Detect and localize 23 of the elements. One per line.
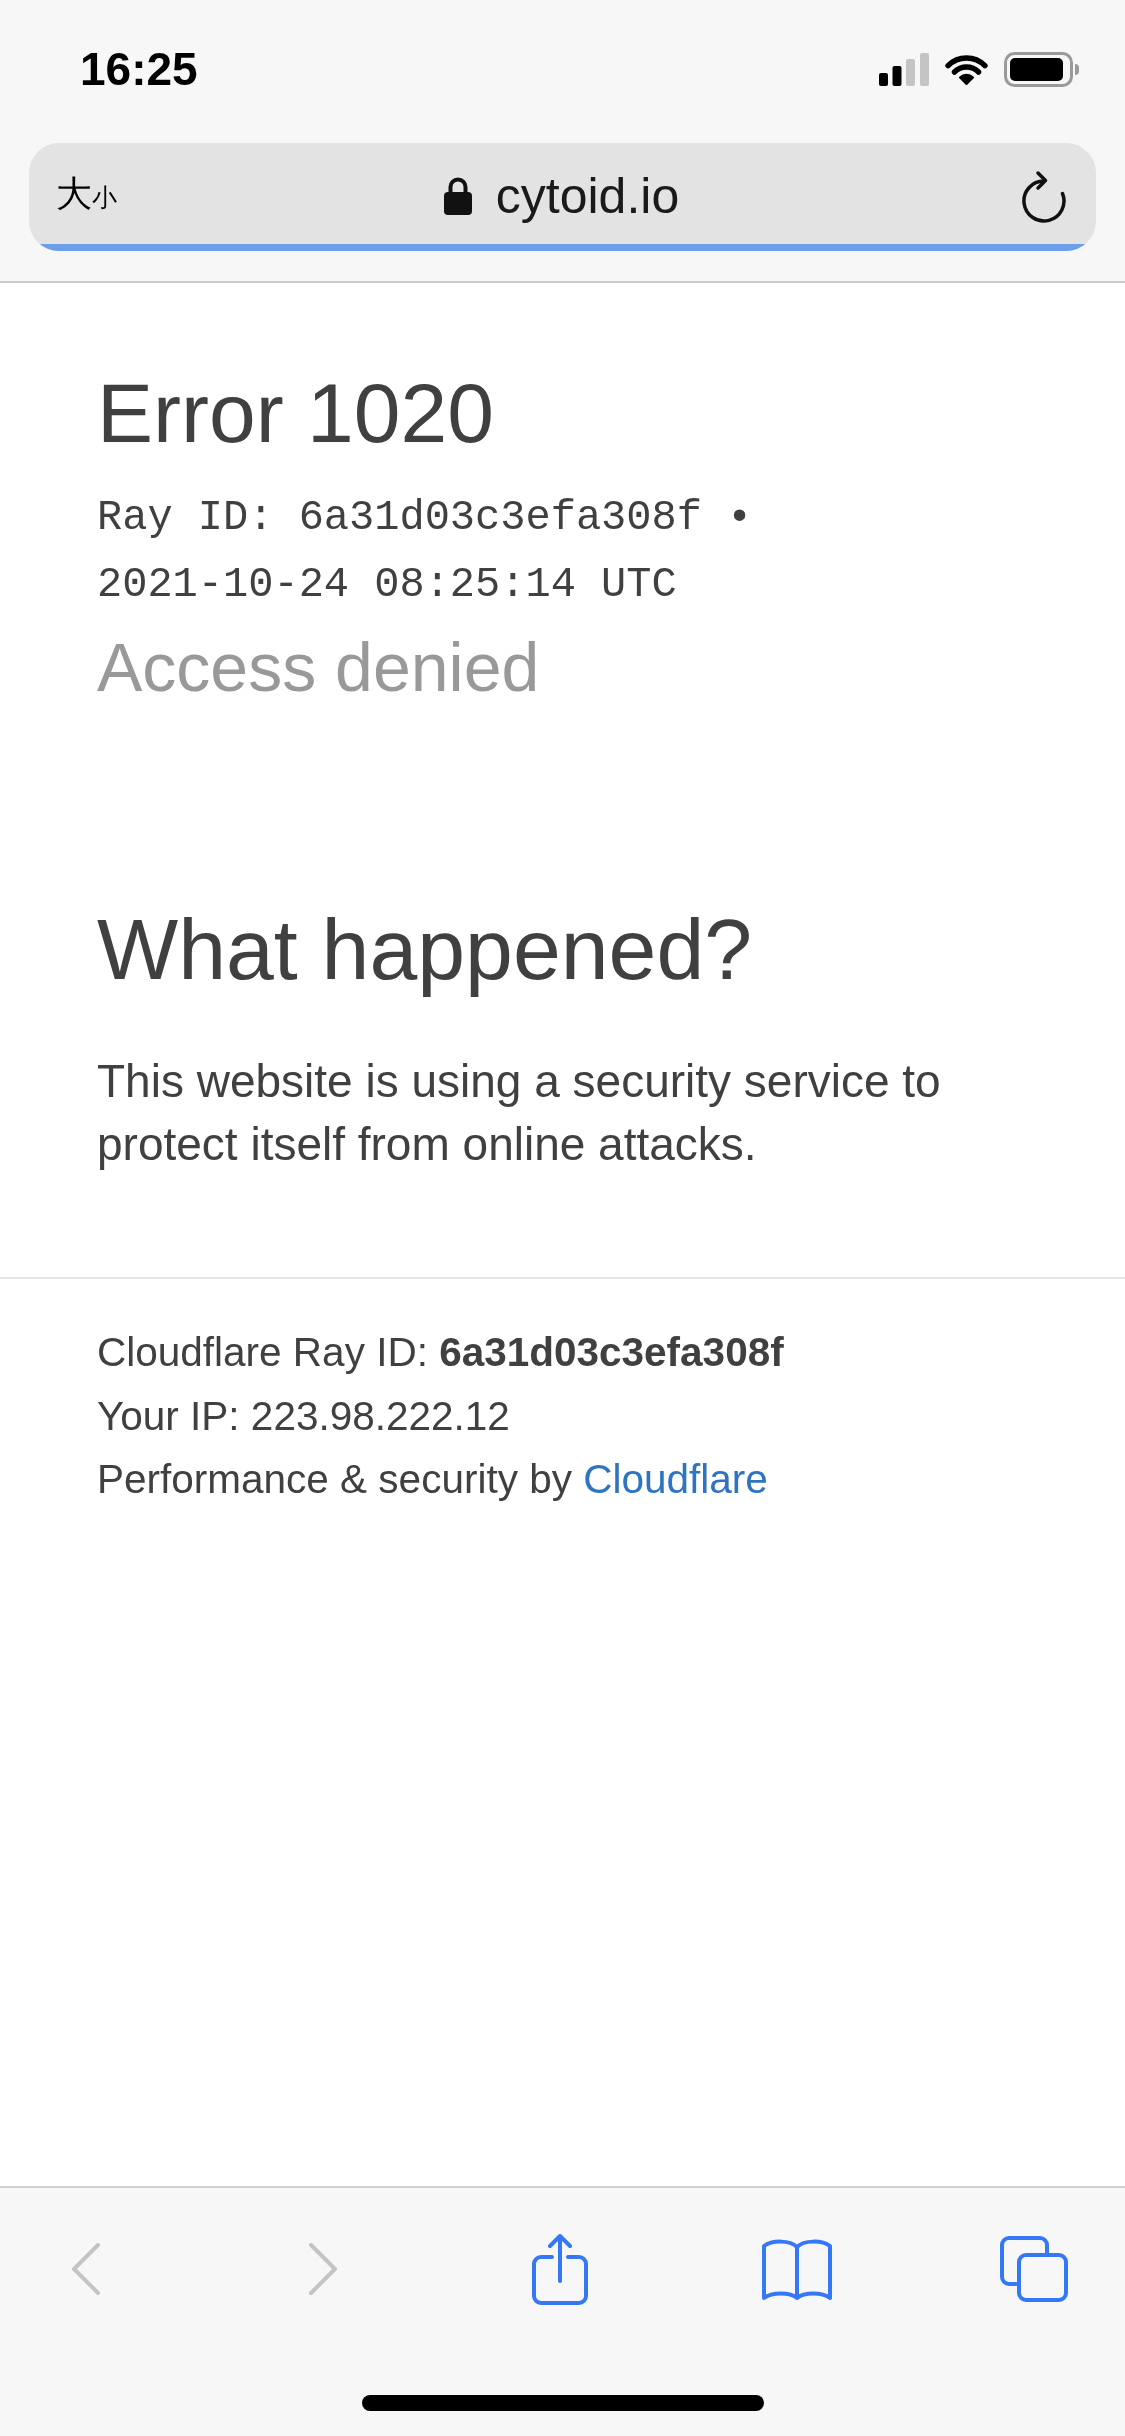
reload-button[interactable] — [1021, 168, 1067, 223]
wifi-icon — [944, 53, 989, 85]
circular-arrow-icon — [1021, 168, 1067, 223]
error-title: Error 1020 — [97, 365, 495, 461]
error-subtitle: Access denied — [97, 629, 541, 705]
signal-bars-icon — [879, 52, 929, 86]
ray-id-footer-text: Cloudflare Ray ID: 6a31d03c3efa308f — [97, 1328, 784, 1377]
timestamp-text: 2021-10-24 08:25:14 UTC — [97, 560, 678, 611]
section-heading: What happened? — [97, 901, 754, 997]
open-book-icon — [762, 2238, 832, 2300]
chevron-right-icon — [308, 2242, 338, 2296]
chevron-left-icon — [71, 2242, 101, 2296]
share-icon — [532, 2233, 588, 2305]
url-text: cytoid.io — [495, 166, 680, 226]
description-text: This website is using a security service to protect itself from online attacks. — [97, 1054, 942, 1172]
battery-icon — [1004, 51, 1079, 87]
credit-text: Performance & security by Cloudflare — [97, 1455, 768, 1504]
lock-icon — [443, 176, 472, 215]
ray-id-text: Ray ID: 6a31d03c3efa308f • — [97, 493, 754, 544]
credit-link[interactable]: Cloudflare — [583, 1456, 768, 1502]
ip-address-text: Your IP: 223.98.222.12 — [97, 1391, 510, 1441]
overlapping-squares-icon — [1000, 2236, 1068, 2302]
status-time: 16:25 — [80, 43, 198, 95]
